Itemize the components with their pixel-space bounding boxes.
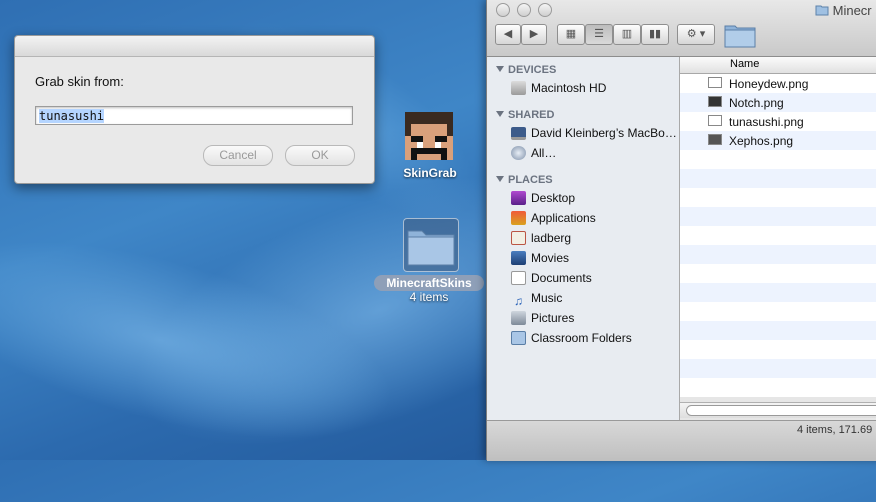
applications-icon xyxy=(511,211,526,225)
forward-button[interactable]: ▶ xyxy=(521,24,547,45)
laptop-icon xyxy=(511,127,526,140)
movies-icon xyxy=(511,251,526,265)
places-header[interactable]: PLACES xyxy=(496,174,553,186)
window-title-text: Minecr xyxy=(832,3,872,18)
sidebar-item-movies[interactable]: Movies xyxy=(511,249,569,267)
action-menu-button[interactable]: ⚙ ▾ xyxy=(677,24,715,45)
documents-icon xyxy=(511,271,526,285)
disclosure-triangle-icon xyxy=(496,66,504,72)
horizontal-scrollbar[interactable] xyxy=(680,402,876,418)
minimize-window-button[interactable] xyxy=(517,3,531,17)
ok-button[interactable]: OK xyxy=(285,145,355,166)
music-icon: ♫ xyxy=(514,294,523,308)
minecraftskins-folder-label[interactable]: MinecraftSkins xyxy=(374,275,484,291)
skingrab-app-icon[interactable] xyxy=(405,112,453,160)
devices-header[interactable]: DEVICES xyxy=(496,64,556,76)
disclosure-triangle-icon xyxy=(496,176,504,182)
chevron-down-icon: ▾ xyxy=(699,28,706,40)
sidebar-item-music[interactable]: ♫ Music xyxy=(511,289,562,308)
sidebar-item-applications[interactable]: Applications xyxy=(511,209,596,227)
back-button[interactable]: ◀ xyxy=(495,24,521,45)
image-file-icon xyxy=(708,115,722,126)
disclosure-triangle-icon xyxy=(496,111,504,117)
image-file-icon xyxy=(708,96,722,107)
skin-source-value: tunasushi xyxy=(39,109,105,123)
sidebar-item-documents[interactable]: Documents xyxy=(511,269,592,287)
image-file-icon xyxy=(708,134,722,145)
file-list: Name Honeydew.png Notch.png tunasushi.pn… xyxy=(680,57,876,420)
scrollbar-track[interactable] xyxy=(686,405,876,416)
grab-skin-dialog: Grab skin from: tunasushi Cancel OK xyxy=(14,35,375,184)
close-window-button[interactable] xyxy=(496,3,510,17)
sidebar-item-home[interactable]: ladberg xyxy=(511,229,571,247)
coverflow-view-button[interactable]: ▮▮ xyxy=(641,24,669,45)
status-bar: 4 items, 171.69 xyxy=(487,420,876,461)
pictures-icon xyxy=(511,311,526,325)
file-row[interactable]: tunasushi.png xyxy=(708,113,804,132)
hard-drive-icon xyxy=(511,81,526,95)
folder-icon xyxy=(511,331,526,345)
file-row[interactable]: Notch.png xyxy=(708,94,784,113)
column-view-button[interactable]: ▥ xyxy=(613,24,641,45)
sidebar-item-all[interactable]: All… xyxy=(511,144,556,162)
image-file-icon xyxy=(708,77,722,88)
folder-item-count: 4 items xyxy=(409,290,449,304)
status-text: 4 items, 171.69 xyxy=(797,424,873,436)
sidebar-item-macintosh-hd[interactable]: Macintosh HD xyxy=(511,79,606,97)
window-title: Minecr xyxy=(815,3,872,18)
file-row[interactable]: Honeydew.png xyxy=(708,75,808,94)
finder-toolbar: Minecr ◀ ▶ ▦ ☰ ▥ ▮▮ ⚙ ▾ xyxy=(487,0,876,57)
sidebar-item-pictures[interactable]: Pictures xyxy=(511,309,574,327)
network-globe-icon xyxy=(511,146,526,160)
home-icon xyxy=(511,231,526,245)
skin-source-input[interactable]: tunasushi xyxy=(35,106,353,125)
minecraftskins-folder-icon[interactable] xyxy=(403,218,459,272)
desktop-icon xyxy=(511,191,526,205)
column-header-name[interactable]: Name xyxy=(680,57,876,74)
sidebar-item-desktop[interactable]: Desktop xyxy=(511,189,575,207)
finder-sidebar: DEVICES Macintosh HD SHARED David Kleinb… xyxy=(487,57,680,420)
dialog-titlebar[interactable] xyxy=(15,36,374,57)
gear-icon: ⚙ xyxy=(686,28,697,40)
zoom-window-button[interactable] xyxy=(538,3,552,17)
dialog-prompt: Grab skin from: xyxy=(35,74,124,89)
finder-window: Minecr ◀ ▶ ▦ ☰ ▥ ▮▮ ⚙ ▾ DEVICES Macintos… xyxy=(486,0,876,461)
icon-view-button[interactable]: ▦ xyxy=(557,24,585,45)
shared-header[interactable]: SHARED xyxy=(496,109,554,121)
file-row[interactable]: Xephos.png xyxy=(708,132,793,151)
skingrab-app-label[interactable]: SkinGrab xyxy=(396,166,464,180)
folder-icon xyxy=(815,5,829,16)
path-folder-icon[interactable] xyxy=(724,22,756,48)
sidebar-item-macbook[interactable]: David Kleinberg’s MacBo… xyxy=(511,124,677,142)
sidebar-item-classroom-folders[interactable]: Classroom Folders xyxy=(511,329,632,347)
list-view-button[interactable]: ☰ xyxy=(585,24,613,45)
cancel-button[interactable]: Cancel xyxy=(203,145,273,166)
